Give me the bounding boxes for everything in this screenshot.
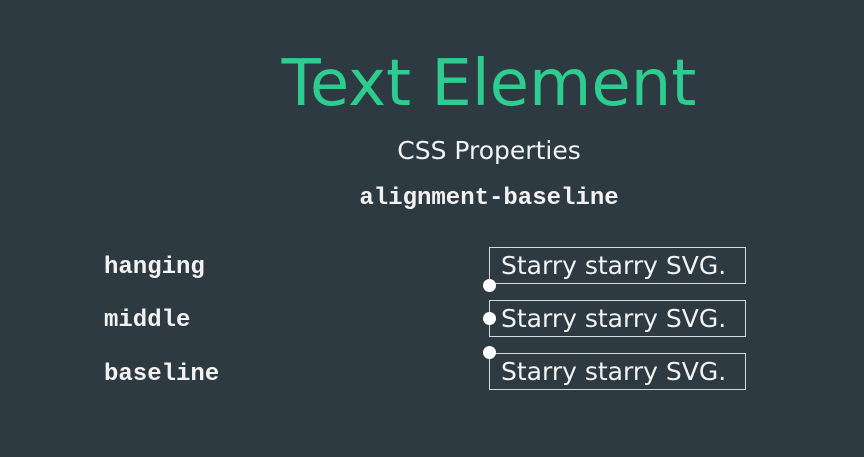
slide-title: Text Element (281, 47, 697, 121)
row-label-middle: middle (104, 307, 191, 334)
anchor-dot-middle (483, 312, 496, 325)
slide-subtitle: CSS Properties (397, 136, 581, 165)
demo-box-middle: Starry starry SVG. (489, 300, 746, 337)
anchor-dot-baseline (483, 346, 496, 359)
row-label-hanging: hanging (104, 254, 205, 281)
demo-text-hanging: Starry starry SVG. (501, 251, 727, 280)
demo-box-hanging: Starry starry SVG. (489, 247, 746, 284)
property-name: alignment-baseline (359, 185, 619, 212)
demo-text-baseline: Starry starry SVG. (501, 357, 727, 386)
demo-box-baseline: Starry starry SVG. (489, 353, 746, 390)
row-label-baseline: baseline (104, 361, 220, 388)
anchor-dot-hanging (483, 279, 496, 292)
demo-text-middle: Starry starry SVG. (501, 304, 727, 333)
